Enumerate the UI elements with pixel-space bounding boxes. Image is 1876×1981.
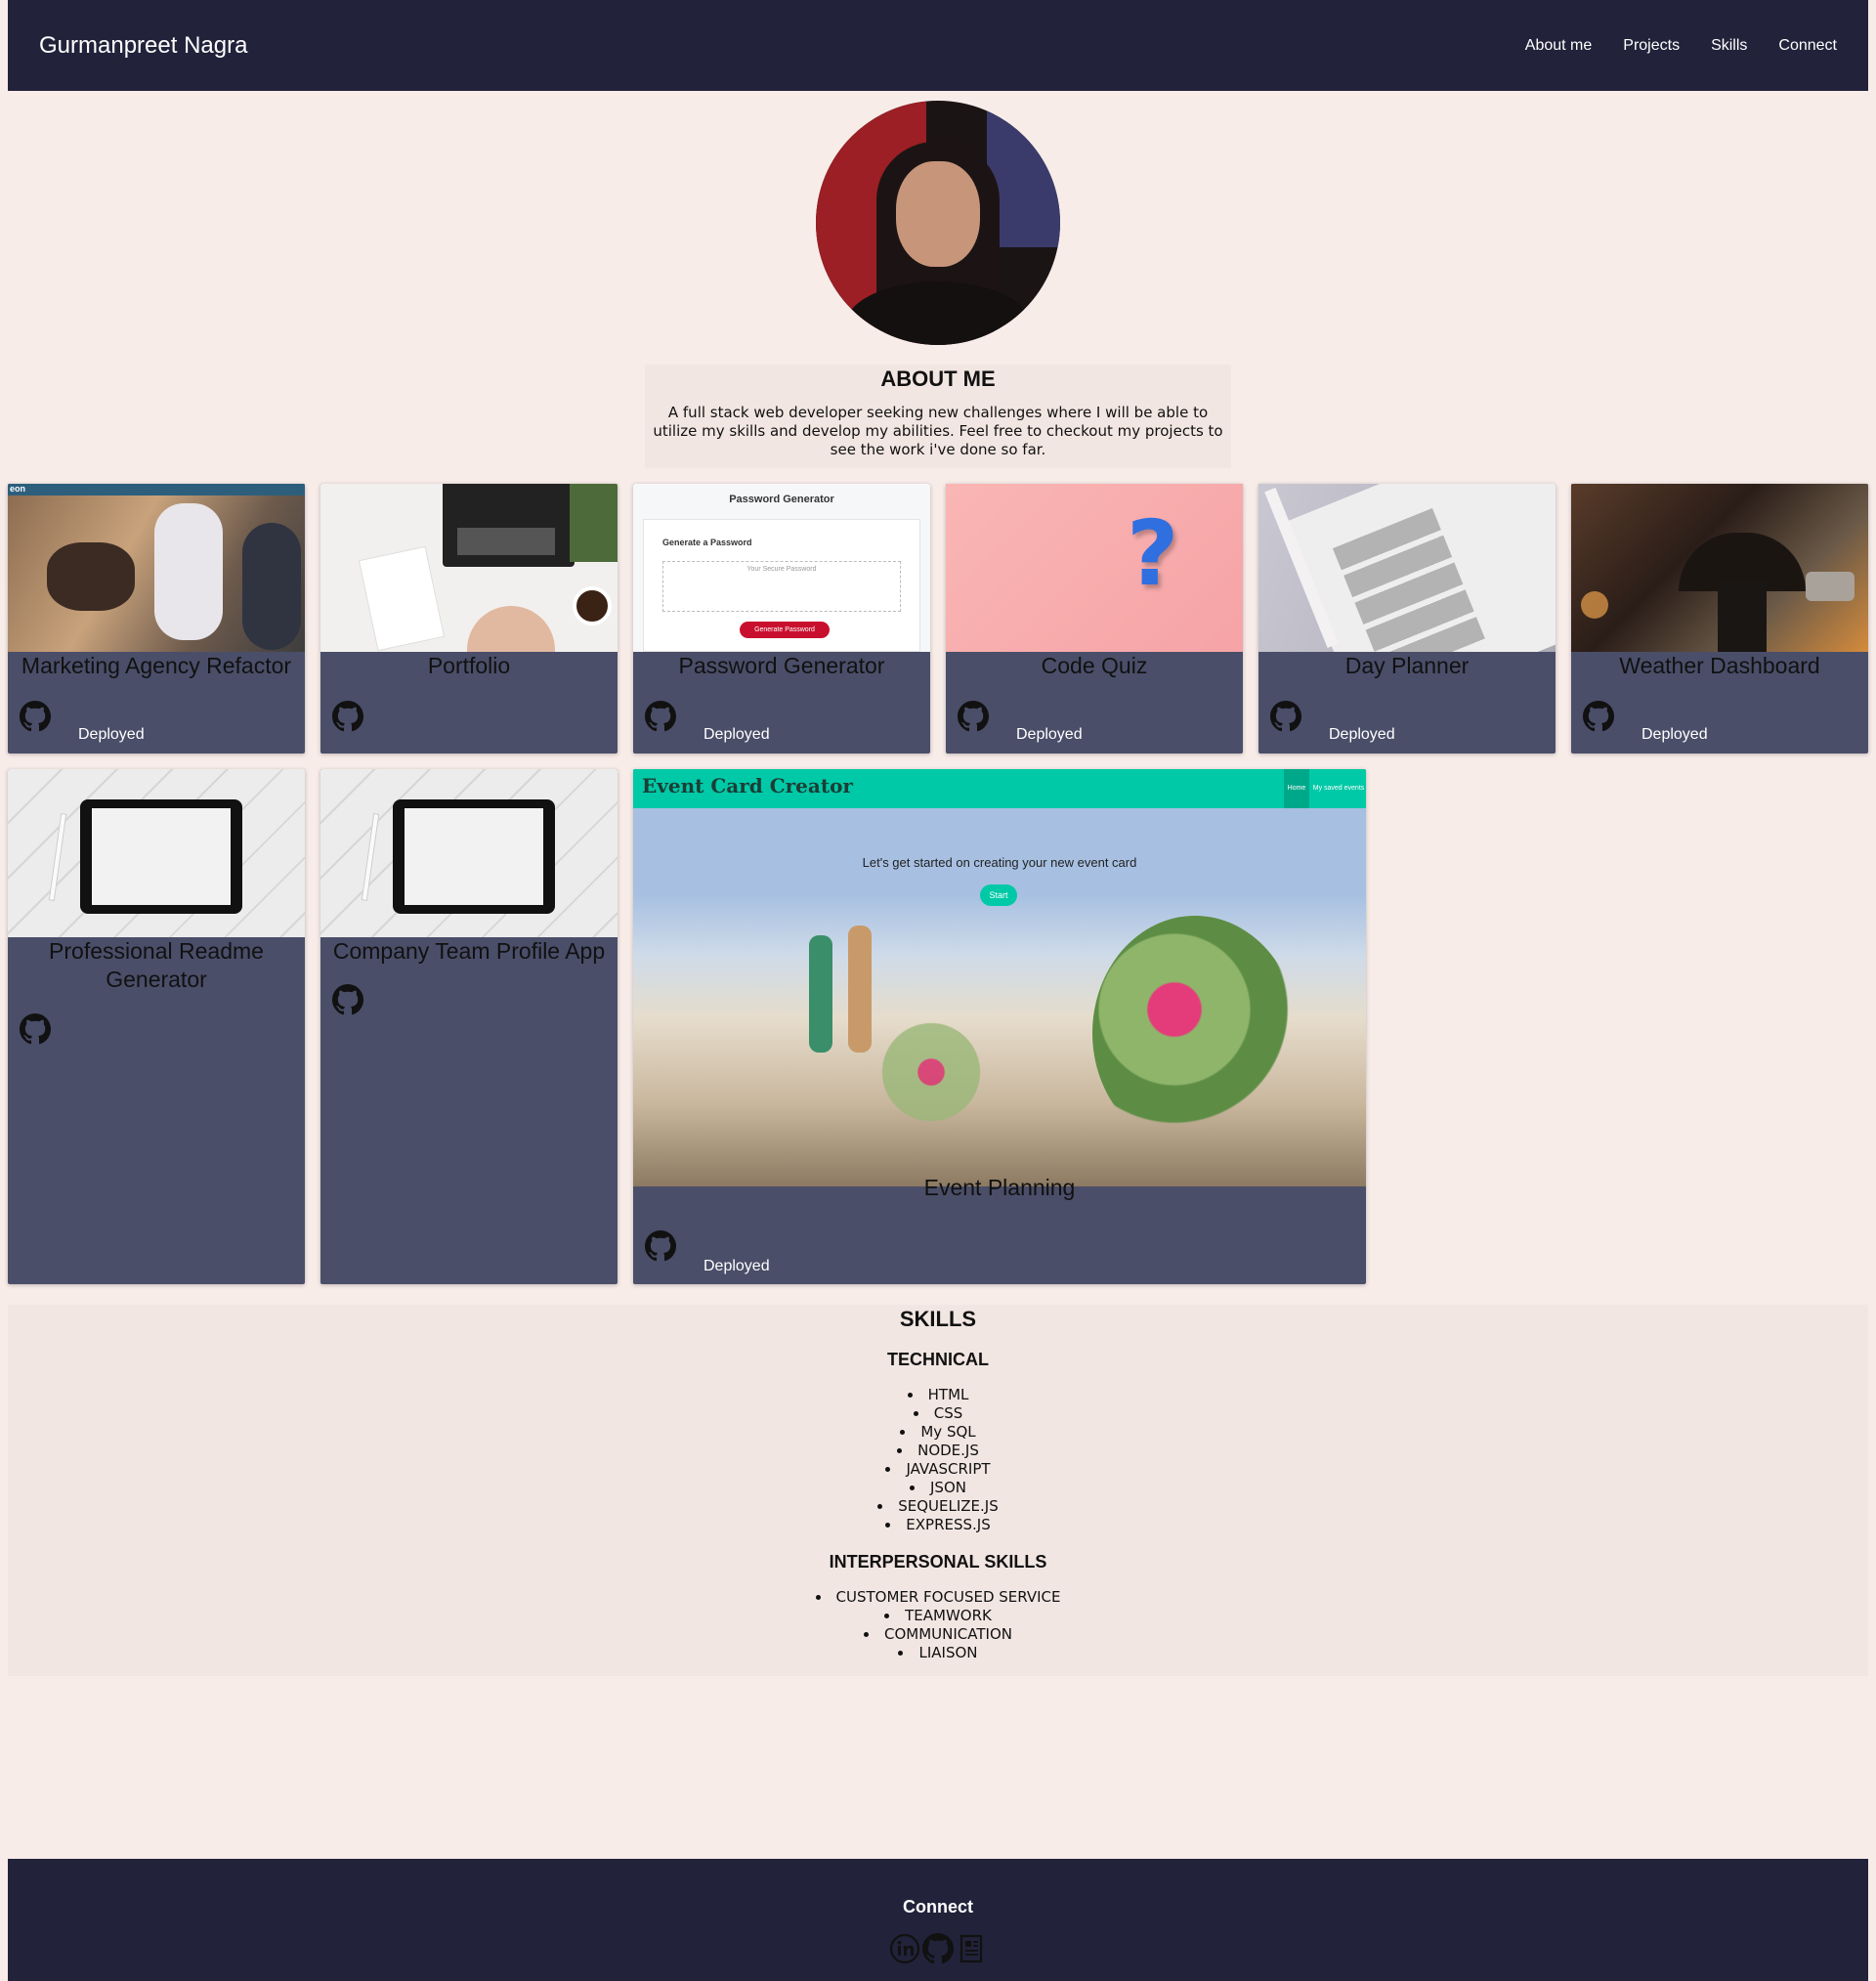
nav-about[interactable]: About me bbox=[1510, 37, 1607, 55]
project-title: Portfolio bbox=[427, 653, 511, 678]
interpersonal-heading: INTERPERSONAL SKILLS bbox=[829, 1552, 1047, 1572]
nav-links: About me Projects Skills Connect bbox=[1510, 37, 1853, 55]
project-card-event-planning: Event Card Creator Home My saved events … bbox=[633, 769, 1366, 1284]
deployed-link[interactable]: Deployed bbox=[1016, 726, 1083, 744]
resume-icon[interactable] bbox=[956, 1933, 987, 1964]
project-thumbnail[interactable]: eon bbox=[8, 484, 305, 652]
nav-skills[interactable]: Skills bbox=[1695, 37, 1763, 55]
thumbnail-heading: Password Generator bbox=[729, 494, 834, 505]
project-card-code-quiz: ? Code Quiz Deployed bbox=[946, 484, 1243, 754]
profile-photo bbox=[816, 101, 1060, 345]
project-card-password: Password Generator Generate a Password Y… bbox=[633, 484, 930, 754]
deployed-link[interactable]: Deployed bbox=[1642, 726, 1708, 744]
skills-heading: SKILLS bbox=[899, 1307, 977, 1331]
project-card-readme: Professional Readme Generator bbox=[8, 769, 305, 1284]
navbar: Gurmanpreet Nagra About me Projects Skil… bbox=[8, 0, 1868, 91]
linkedin-icon[interactable] bbox=[889, 1933, 920, 1964]
thumbnail-button: Generate Password bbox=[740, 622, 830, 638]
social-links bbox=[8, 1933, 1868, 1964]
github-icon[interactable] bbox=[1270, 701, 1301, 732]
project-thumbnail[interactable] bbox=[1571, 484, 1868, 652]
project-thumbnail[interactable]: Event Card Creator Home My saved events … bbox=[633, 769, 1366, 1186]
deployed-link[interactable]: Deployed bbox=[78, 726, 145, 744]
project-title: Professional Readme Generator bbox=[49, 938, 264, 992]
list-item: JSON bbox=[8, 1479, 1868, 1497]
project-title: Company Team Profile App bbox=[332, 938, 606, 964]
github-icon[interactable] bbox=[20, 1013, 51, 1045]
project-title: Event Planning bbox=[923, 1175, 1076, 1200]
project-card-portfolio: Portfolio bbox=[320, 484, 618, 754]
thumbnail-nav-saved: My saved events bbox=[1312, 785, 1365, 792]
github-icon[interactable] bbox=[958, 701, 989, 732]
interpersonal-skills-list: CUSTOMER FOCUSED SERVICE TEAMWORK COMMUN… bbox=[8, 1588, 1868, 1662]
list-item: HTML bbox=[8, 1386, 1868, 1404]
skills-section: SKILLS TECHNICAL HTML CSS My SQL NODE.JS… bbox=[8, 1305, 1868, 1676]
thumbnail-brand: Event Card Creator bbox=[642, 774, 853, 797]
question-mark-icon: ? bbox=[1127, 501, 1179, 606]
about-heading: ABOUT ME bbox=[880, 366, 996, 391]
list-item: My SQL bbox=[8, 1423, 1868, 1442]
project-thumbnail[interactable]: ? bbox=[946, 484, 1243, 652]
list-item: CSS bbox=[8, 1404, 1868, 1423]
project-thumbnail[interactable] bbox=[8, 769, 305, 937]
thumbnail-placeholder: Your Secure Password bbox=[662, 561, 901, 612]
project-title: Password Generator bbox=[678, 653, 885, 678]
thumbnail-subheading: Generate a Password bbox=[662, 538, 752, 547]
deployed-link[interactable]: Deployed bbox=[704, 1258, 770, 1275]
technical-skills-list: HTML CSS My SQL NODE.JS JAVASCRIPT JSON … bbox=[8, 1386, 1868, 1534]
project-thumbnail[interactable] bbox=[320, 769, 618, 937]
github-icon[interactable] bbox=[20, 701, 51, 732]
list-item: JAVASCRIPT bbox=[8, 1460, 1868, 1479]
about-section: ABOUT ME A full stack web developer seek… bbox=[645, 365, 1231, 468]
github-icon[interactable] bbox=[645, 701, 676, 732]
nav-projects[interactable]: Projects bbox=[1607, 37, 1695, 55]
github-icon[interactable] bbox=[332, 984, 363, 1015]
thumbnail-nav-home: Home bbox=[1284, 769, 1309, 808]
about-text: A full stack web developer seeking new c… bbox=[653, 404, 1223, 458]
technical-heading: TECHNICAL bbox=[887, 1350, 989, 1369]
thumbnail-start-button: Start bbox=[980, 884, 1017, 906]
brand-name[interactable]: Gurmanpreet Nagra bbox=[39, 32, 247, 60]
project-card-marketing: eon Marketing Agency Refactor Deployed bbox=[8, 484, 305, 754]
project-title: Weather Dashboard bbox=[1619, 653, 1820, 678]
project-card-weather: Weather Dashboard Deployed bbox=[1571, 484, 1868, 754]
footer-heading: Connect bbox=[903, 1897, 973, 1916]
github-icon[interactable] bbox=[332, 701, 363, 732]
project-thumbnail[interactable]: Password Generator Generate a Password Y… bbox=[633, 484, 930, 652]
list-item: COMMUNICATION bbox=[8, 1625, 1868, 1644]
project-thumbnail[interactable] bbox=[1258, 484, 1556, 652]
project-title: Code Quiz bbox=[1041, 653, 1148, 678]
list-item: TEAMWORK bbox=[8, 1607, 1868, 1625]
list-item: NODE.JS bbox=[8, 1442, 1868, 1460]
list-item: LIAISON bbox=[8, 1644, 1868, 1662]
project-title: Marketing Agency Refactor bbox=[21, 653, 292, 678]
footer: Connect bbox=[8, 1859, 1868, 1981]
project-title: Day Planner bbox=[1344, 653, 1470, 678]
thumbnail-tagline: Let's get started on creating your new e… bbox=[862, 855, 1137, 870]
project-card-day-planner: Day Planner Deployed bbox=[1258, 484, 1556, 754]
list-item: EXPRESS.JS bbox=[8, 1516, 1868, 1534]
github-icon[interactable] bbox=[645, 1230, 676, 1262]
deployed-link[interactable]: Deployed bbox=[704, 726, 770, 744]
nav-connect[interactable]: Connect bbox=[1763, 37, 1853, 55]
list-item: CUSTOMER FOCUSED SERVICE bbox=[8, 1588, 1868, 1607]
github-icon[interactable] bbox=[1583, 701, 1614, 732]
github-icon[interactable] bbox=[922, 1933, 954, 1964]
project-card-team-profile: Company Team Profile App bbox=[320, 769, 618, 1284]
thumbnail-text: eon bbox=[10, 484, 26, 494]
project-thumbnail[interactable] bbox=[320, 484, 618, 652]
deployed-link[interactable]: Deployed bbox=[1329, 726, 1395, 744]
list-item: SEQUELIZE.JS bbox=[8, 1497, 1868, 1516]
